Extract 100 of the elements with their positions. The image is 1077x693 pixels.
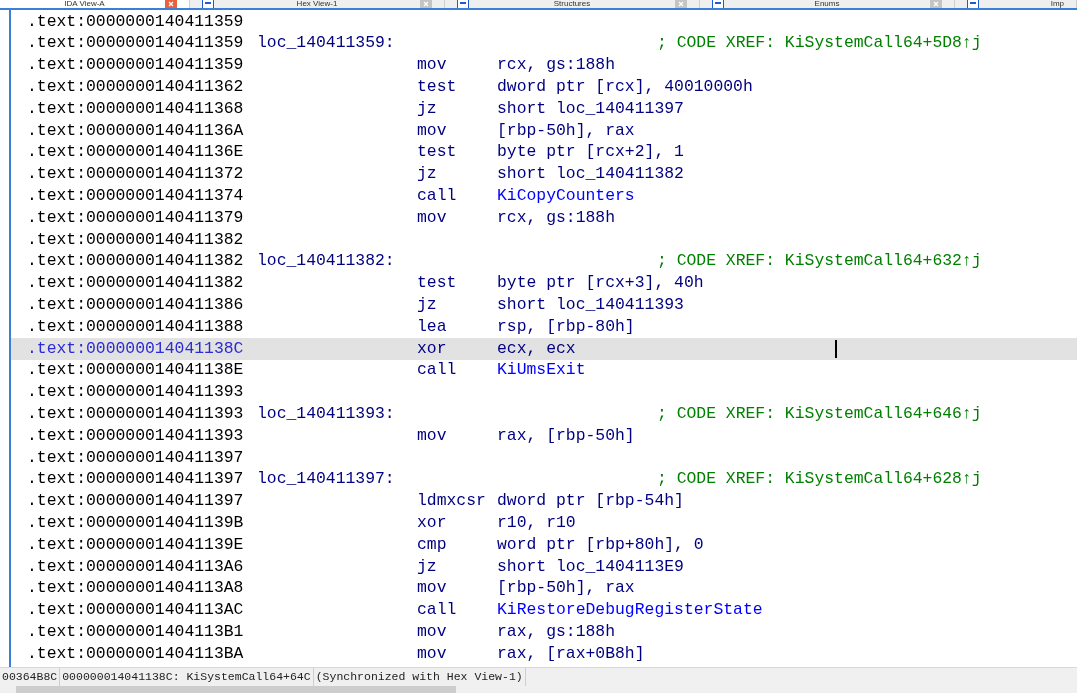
xref-comment: ; CODE XREF: KiSystemCall64+628↑j <box>657 468 982 491</box>
function-name[interactable]: KiCopyCounters <box>497 183 635 209</box>
operands: [rbp-50h], rax <box>497 119 635 142</box>
address: .text:0000000140411359 <box>27 10 245 33</box>
mnemonic: xor <box>417 511 448 534</box>
close-icon[interactable] <box>930 0 942 8</box>
address: .text:0000000140411372 <box>27 163 245 186</box>
address: .text:00000001404113A8 <box>27 577 245 600</box>
mnemonic: call <box>417 359 458 382</box>
tab-label: Enums <box>813 0 841 8</box>
address: .text:0000000140411368 <box>27 97 245 120</box>
address: .text:00000001404113AC <box>27 599 245 622</box>
code-label: loc_140411393: <box>257 402 396 425</box>
mnemonic: mov <box>417 642 448 665</box>
address: .text:000000014041138C <box>27 337 245 360</box>
operands: byte ptr [rcx+2], 1 <box>497 141 684 164</box>
mnemonic: mov <box>417 206 448 229</box>
operands: short loc_140411397 <box>497 97 684 120</box>
mnemonic: mov <box>417 119 448 142</box>
address: .text:000000014041139E <box>27 533 245 556</box>
window-icon <box>202 0 214 8</box>
tab-label: Imp <box>1049 0 1064 8</box>
mnemonic: mov <box>417 620 448 643</box>
status-field: (Synchronized with Hex View-1) <box>313 668 526 686</box>
address: .text:0000000140411374 <box>27 184 245 207</box>
operands: rax, [rbp-50h] <box>497 424 635 447</box>
address: .text:000000014041136A <box>27 119 245 142</box>
operands: dword ptr [rcx], 40010000h <box>497 76 753 98</box>
mnemonic: mov <box>417 54 448 77</box>
function-name[interactable]: KiRestoreDebugRegisterState <box>497 598 763 623</box>
address: .text:0000000140411397 <box>27 490 245 513</box>
operands: rax, gs:188h <box>497 620 616 643</box>
operands: rax, [rax+0B8h] <box>497 642 645 665</box>
address: .text:0000000140411397 <box>27 446 245 469</box>
address: .text:0000000140411382 <box>27 228 245 251</box>
operands: r10, r10 <box>497 511 576 534</box>
address: .text:000000014041138E <box>27 359 245 382</box>
address: .text:0000000140411359 <box>27 32 245 55</box>
window-icon <box>712 0 724 8</box>
address: .text:0000000140411359 <box>27 54 245 77</box>
operands: short loc_140411393 <box>497 293 684 316</box>
xref-comment: ; CODE XREF: KiSystemCall64+646↑j <box>657 402 982 425</box>
text-cursor <box>835 339 837 358</box>
address: .text:0000000140411379 <box>27 206 245 229</box>
operands: rsp, [rbp-80h] <box>497 315 635 338</box>
mnemonic: ldmxcsr <box>417 490 487 513</box>
close-icon[interactable] <box>420 0 432 8</box>
address: .text:00000001404113A6 <box>27 555 245 578</box>
address: .text:000000014041139B <box>27 511 245 534</box>
code-label: loc_140411359: <box>257 32 396 55</box>
mnemonic: lea <box>417 315 448 338</box>
address: .text:0000000140411362 <box>27 76 245 98</box>
tab[interactable]: IDA View-A <box>0 0 190 8</box>
address: .text:00000001404113BA <box>27 642 245 665</box>
address: .text:0000000140411388 <box>27 315 245 338</box>
mnemonic: jz <box>417 293 438 316</box>
mnemonic: jz <box>417 555 438 578</box>
status-field: 00364B8C <box>0 668 61 686</box>
operands: dword ptr [rbp-54h] <box>497 490 684 513</box>
mnemonic: call <box>417 599 458 622</box>
address: .text:0000000140411382 <box>27 272 245 295</box>
mnemonic: call <box>417 184 458 207</box>
xref-comment: ; CODE XREF: KiSystemCall64+632↑j <box>657 250 982 273</box>
mnemonic: test <box>417 141 458 164</box>
xref-comment: ; CODE XREF: KiSystemCall64+5D8↑j <box>657 32 982 55</box>
address: .text:0000000140411386 <box>27 293 245 316</box>
status-field: 000000014041138C: KiSystemCall64+64C <box>60 668 314 686</box>
mnemonic: mov <box>417 424 448 447</box>
mnemonic: xor <box>417 337 448 360</box>
close-icon[interactable] <box>165 0 177 8</box>
tab-label: Hex View-1 <box>295 0 339 8</box>
address: .text:0000000140411382 <box>27 250 245 273</box>
mnemonic: test <box>417 272 458 295</box>
mnemonic: jz <box>417 163 438 186</box>
function-name[interactable]: KiUmsExit <box>497 358 586 383</box>
address: .text:0000000140411397 <box>27 468 245 491</box>
tab-label: Structures <box>552 0 592 8</box>
operands: ecx, ecx <box>497 337 576 360</box>
address: .text:00000001404113B1 <box>27 620 245 643</box>
address: .text:0000000140411393 <box>27 424 245 447</box>
operands: rcx, gs:188h <box>497 206 616 229</box>
window-icon <box>457 0 469 8</box>
scrollbar-thumb[interactable] <box>16 686 456 693</box>
mnemonic: cmp <box>417 533 448 556</box>
mnemonic: jz <box>417 97 438 120</box>
operands: short loc_140411382 <box>497 163 684 186</box>
mnemonic: test <box>417 76 458 98</box>
mnemonic: mov <box>417 577 448 600</box>
code-label: loc_140411382: <box>257 250 396 273</box>
operands: rcx, gs:188h <box>497 54 616 77</box>
operands: short loc_1404113E9 <box>497 555 684 578</box>
window-icon <box>967 0 979 8</box>
address: .text:0000000140411393 <box>27 402 245 425</box>
close-icon[interactable] <box>675 0 687 8</box>
tab-label: IDA View-A <box>63 0 106 8</box>
operands: word ptr [rbp+80h], 0 <box>497 533 704 556</box>
operands: byte ptr [rcx+3], 40h <box>497 272 704 295</box>
code-label: loc_140411397: <box>257 468 396 491</box>
address: .text:000000014041136E <box>27 141 245 164</box>
operands: [rbp-50h], rax <box>497 577 635 600</box>
